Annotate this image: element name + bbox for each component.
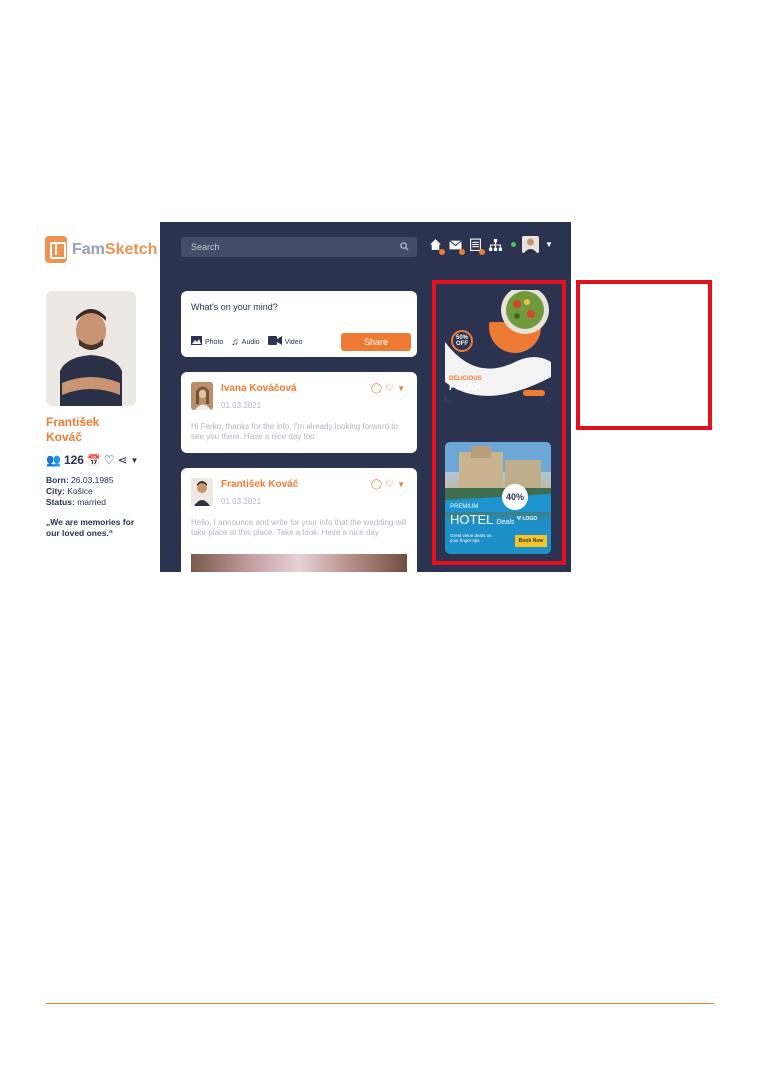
friends-count: 126 [63, 453, 84, 467]
logo-text-sketch: Sketch [104, 240, 158, 258]
footer-divider [46, 1003, 714, 1004]
search-input[interactable]: Search [191, 242, 220, 252]
chevron-down-icon[interactable]: ▼ [131, 456, 139, 465]
search-icon[interactable] [400, 241, 409, 253]
city-row: City: Košice [46, 486, 114, 497]
music-note-icon: ♫ [231, 336, 239, 348]
home-icon[interactable] [428, 237, 445, 255]
ads-highlight-box [432, 280, 566, 565]
notification-dot [459, 248, 465, 255]
calendar-icon[interactable] [468, 237, 485, 255]
post-date: 01.03.2021 [221, 497, 262, 506]
book-logo-icon [45, 236, 67, 263]
photo-button[interactable]: Photo [191, 336, 223, 348]
top-navigation: ▼ [428, 236, 553, 255]
comment-icon[interactable]: ◯ [371, 383, 382, 395]
logo-text: FamSketch [72, 241, 157, 259]
comment-icon[interactable]: ◯ [371, 479, 382, 491]
profile-last-name: Kováč [46, 430, 83, 444]
post-text: Hi Ferko, thanks for the info, I'm alrea… [191, 422, 398, 441]
notification-dot [479, 248, 485, 255]
family-tree-icon[interactable] [488, 237, 502, 253]
search-bar[interactable]: Search [181, 237, 417, 257]
post-author-name[interactable]: František Kováč [221, 479, 298, 490]
post-text: Hello, I announce and write for your inf… [191, 518, 407, 537]
post-author-avatar[interactable] [191, 382, 213, 410]
app-logo[interactable]: FamSketch [45, 236, 157, 263]
wedding-venue-image[interactable] [191, 554, 407, 572]
composer-input[interactable]: What's on your mind? [191, 302, 278, 312]
chevron-down-icon[interactable]: ▼ [397, 383, 405, 395]
chevron-down-icon[interactable]: ▼ [397, 479, 405, 491]
born-label: Born: [46, 475, 69, 485]
composer-actions: Photo ♫ Audio Video [191, 336, 302, 348]
video-label: Video [284, 338, 303, 346]
post-actions: ◯ ♡ ▼ [371, 383, 405, 395]
audio-button[interactable]: ♫ Audio [231, 337, 259, 348]
profile-stats: 👥 126 📅 ♡ ⋖ ▼ [46, 453, 138, 467]
post-actions: ◯ ♡ ▼ [371, 479, 405, 491]
profile-details: Born: 26.03.1985 City: Košice Status: ma… [46, 475, 114, 508]
profile-first-name: František [46, 415, 100, 429]
notification-dot [439, 248, 445, 255]
status-value: married [77, 497, 106, 507]
status-label: Status: [46, 497, 75, 507]
born-row: Born: 26.03.1985 [46, 475, 114, 486]
online-status-dot [511, 242, 516, 247]
post-card: Ivana Kováčová 01.03.2021 ◯ ♡ ▼ Hi Ferko… [181, 372, 417, 453]
post-date: 01.03.2021 [221, 401, 262, 410]
city-label: City: [46, 486, 65, 496]
born-value: 26.03.1985 [71, 475, 114, 485]
post-card: František Kováč 01.03.2021 ◯ ♡ ▼ Hello, … [181, 468, 417, 572]
chevron-down-icon[interactable]: ▼ [545, 240, 553, 249]
post-composer: What's on your mind? Photo ♫ Audio Video… [181, 291, 417, 357]
audio-label: Audio [241, 338, 260, 346]
heart-icon[interactable]: ♡ [104, 453, 115, 467]
share-icon[interactable]: ⋖ [117, 453, 127, 467]
video-button[interactable]: Video [267, 336, 303, 348]
post-author-name[interactable]: Ivana Kováčová [221, 383, 297, 394]
share-button[interactable]: Share [341, 333, 411, 351]
calendar-icon[interactable]: 📅 [87, 454, 101, 467]
profile-quote: „We are memories for our loved ones.“ [46, 517, 135, 538]
profile-name[interactable]: František Kováč [46, 415, 136, 445]
photo-icon [191, 336, 202, 348]
video-camera-icon [267, 336, 282, 348]
profile-photo[interactable] [46, 291, 136, 406]
city-value: Košice [67, 486, 93, 496]
logo-text-fam: Fam [72, 240, 105, 258]
mail-icon[interactable] [448, 237, 465, 255]
heart-icon[interactable]: ♡ [385, 479, 394, 491]
post-author-avatar[interactable] [191, 478, 213, 506]
photo-label: Photo [205, 338, 224, 346]
friends-icon[interactable]: 👥 [46, 453, 61, 467]
empty-highlight-box [576, 280, 712, 430]
heart-icon[interactable]: ♡ [385, 383, 394, 395]
profile-person-image [46, 291, 136, 406]
status-row: Status: married [46, 497, 114, 508]
user-avatar[interactable] [522, 236, 539, 253]
